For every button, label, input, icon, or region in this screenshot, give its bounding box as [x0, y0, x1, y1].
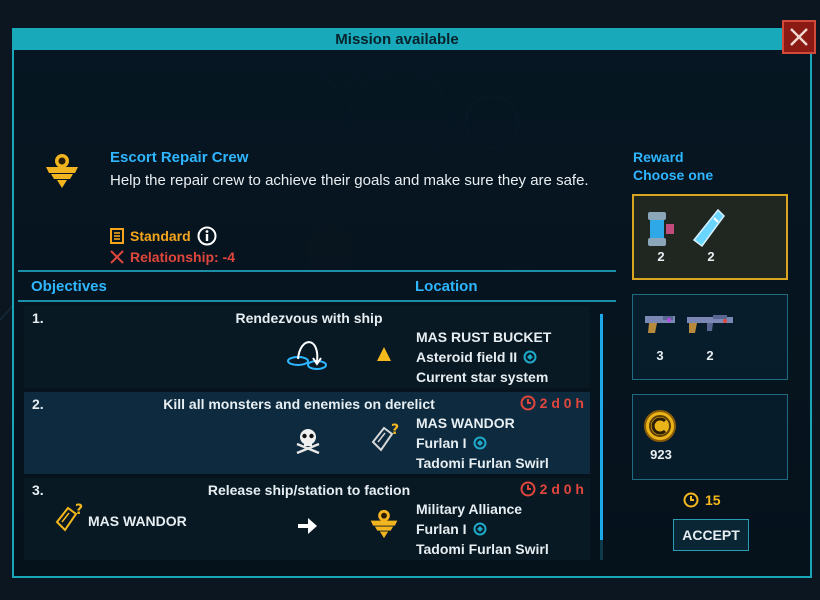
objective-title: Release ship/station to faction [207, 482, 411, 498]
location-area: Asteroid field II [416, 349, 518, 365]
timer-label: 2 d 0 h [539, 395, 584, 411]
svg-text:?: ? [75, 502, 83, 518]
relationship-row: Relationship: -4 [110, 249, 235, 265]
objective-location: MAS WANDOR Furlan I Tadomi Furlan Swirl [416, 413, 549, 473]
power-coil-icon [648, 212, 674, 246]
reward-header: Reward Choose one [633, 148, 713, 184]
mission-name: Escort Repair Crew [110, 149, 249, 166]
objectives-header: Objectives [31, 278, 107, 295]
relationship-label: Relationship: -4 [130, 249, 236, 265]
objective-location: Military Alliance Furlan I Tadomi Furlan… [416, 499, 549, 559]
cross-icon [110, 250, 124, 264]
skull-crossbones-icon [296, 429, 320, 454]
divider [18, 300, 616, 302]
location-ship: MAS RUST BUCKET [416, 329, 552, 345]
objective-number: 2. [32, 396, 44, 412]
clock-icon [520, 481, 536, 497]
jump-target-icon [473, 522, 487, 536]
accept-button[interactable]: ACCEPT [673, 519, 749, 551]
objective-timer: 2 d 0 h [520, 481, 584, 497]
jump-target-icon [473, 436, 487, 450]
jump-target-icon [523, 350, 537, 364]
location-faction: Military Alliance [416, 501, 523, 517]
unknown-derelict-icon: ? [371, 422, 399, 452]
ship-marker-icon [377, 347, 391, 361]
objective-row[interactable]: 3. Release ship/station to faction 2 d 0… [24, 478, 590, 560]
svg-text:?: ? [391, 422, 399, 438]
reward-option[interactable]: 3 2 [632, 294, 788, 380]
reward-title: Reward [633, 149, 684, 165]
reward-qty: 3 [656, 348, 664, 363]
difficulty-row: Standard [110, 226, 217, 246]
rifle-icon [687, 315, 733, 333]
objective-number: 3. [32, 482, 44, 498]
clock-icon [520, 395, 536, 411]
location-area: Furlan I [416, 521, 467, 537]
credits-coin-icon [644, 410, 676, 442]
reward-qty: 2 [707, 249, 715, 264]
location-header: Location [415, 278, 478, 295]
pistol-icon [645, 316, 675, 333]
close-button[interactable] [782, 20, 816, 54]
reward-option[interactable]: 2 2 [632, 194, 788, 280]
mission-duration: 15 [683, 492, 721, 508]
location-system: Current star system [416, 369, 549, 385]
objective-timer: 2 d 0 h [520, 395, 584, 411]
objective-title: Rendezvous with ship [235, 310, 383, 326]
military-wings-emblem-icon [370, 509, 398, 539]
reward-qty: 923 [650, 447, 672, 462]
scrollbar-thumb[interactable] [600, 314, 603, 540]
reward-option[interactable]: 923 [632, 394, 788, 480]
duration-value: 15 [705, 492, 721, 508]
close-icon [790, 28, 808, 46]
objective-row[interactable]: 2. Kill all monsters and enemies on dere… [24, 392, 590, 474]
rendezvous-icon [287, 341, 327, 370]
mission-description: Help the repair crew to achieve their go… [110, 172, 589, 189]
clock-icon [683, 492, 699, 508]
document-icon [110, 228, 124, 244]
objective-title: Kill all monsters and enemies on derelic… [163, 396, 435, 412]
energy-crystal-icon [692, 208, 725, 248]
location-system: Tadomi Furlan Swirl [416, 541, 549, 557]
reward-qty: 2 [706, 348, 714, 363]
divider [18, 270, 616, 272]
difficulty-label: Standard [130, 228, 191, 244]
unknown-derelict-icon: ? [55, 502, 83, 532]
location-area: Furlan I [416, 435, 467, 451]
reward-subtitle: Choose one [633, 167, 714, 183]
timer-label: 2 d 0 h [539, 481, 584, 497]
objective-row[interactable]: 1. Rendezvous with ship MAS RUST BUCKET … [24, 306, 590, 388]
info-icon[interactable] [197, 226, 217, 246]
military-wings-emblem-icon [46, 154, 78, 188]
location-system: Tadomi Furlan Swirl [416, 455, 549, 471]
source-ship: MAS WANDOR [88, 513, 187, 529]
objective-location: MAS RUST BUCKET Asteroid field II Curren… [416, 327, 551, 387]
objective-number: 1. [32, 310, 44, 326]
arrow-right-icon [298, 518, 317, 534]
reward-qty: 2 [657, 249, 665, 264]
location-ship: MAS WANDOR [416, 415, 515, 431]
dialog-title: Mission available [12, 28, 782, 50]
